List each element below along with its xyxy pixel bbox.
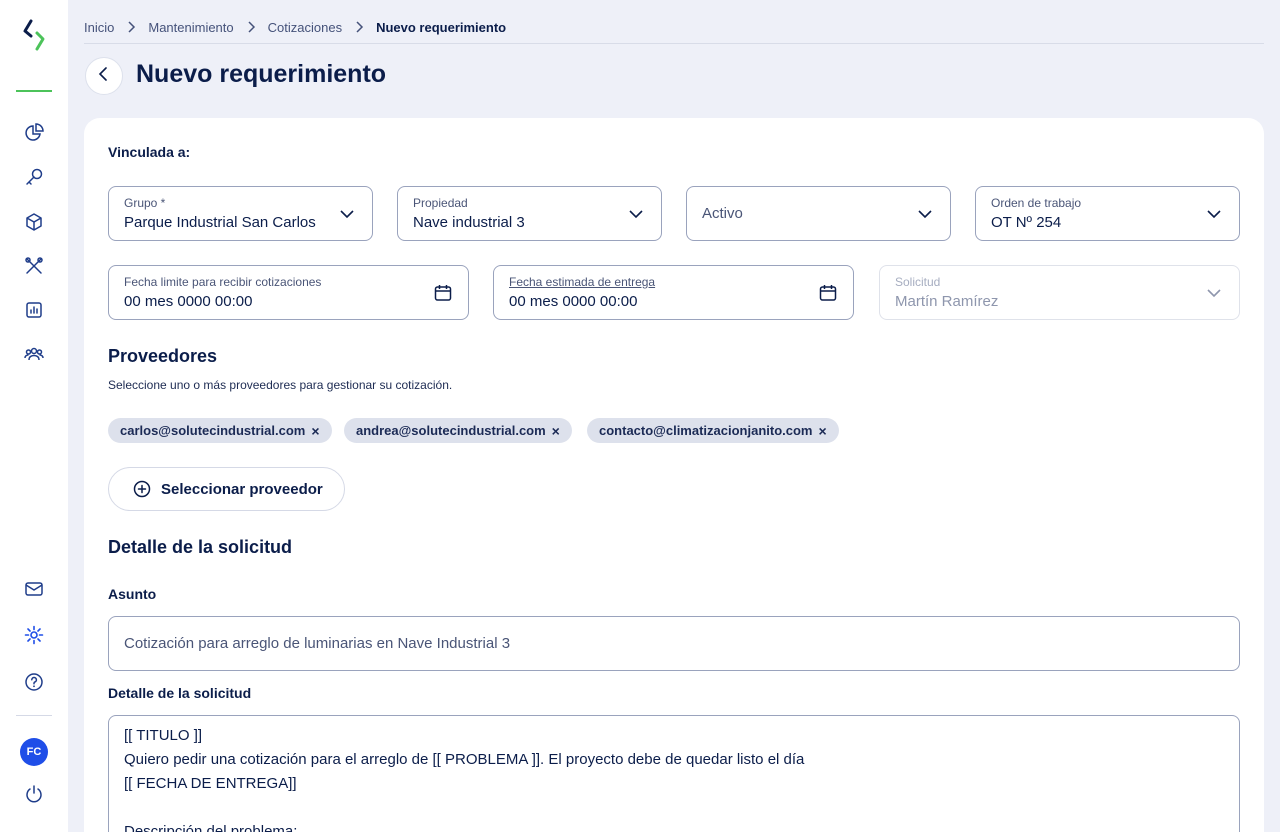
chevron-down-icon	[627, 205, 645, 223]
fecha-limite-value: 00 mes 0000 00:00	[124, 293, 253, 310]
propiedad-label: Propiedad	[413, 196, 468, 210]
fecha-entrega-field[interactable]: Fecha estimada de entrega 00 mes 0000 00…	[493, 265, 854, 320]
solicitud-select: Solicitud Martín Ramírez	[879, 265, 1240, 320]
provider-chip-label: contacto@climatizacionjanito.com	[599, 423, 813, 438]
select-provider-button[interactable]: Seleccionar proveedor	[108, 467, 345, 511]
asunto-input[interactable]: Cotización para arreglo de luminarias en…	[108, 616, 1240, 671]
avatar[interactable]: FC	[20, 738, 48, 766]
chevron-down-icon	[1205, 205, 1223, 223]
proveedores-title: Proveedores	[108, 346, 218, 366]
chevron-right-icon	[354, 21, 364, 33]
fecha-entrega-value: 00 mes 0000 00:00	[509, 293, 638, 310]
calendar-icon[interactable]	[819, 284, 837, 302]
detalle-title: Detalle de la solicitud	[108, 537, 293, 557]
breadcrumb-cotizaciones[interactable]: Cotizaciones	[268, 20, 342, 35]
breadcrumb-divider	[84, 43, 1264, 44]
sidebar-divider-bottom	[16, 715, 52, 716]
detalle-label: Detalle de la solicitud	[108, 685, 252, 701]
page-title: Nuevo requerimiento	[136, 60, 387, 88]
fecha-limite-label: Fecha limite para recibir cotizaciones	[124, 275, 322, 289]
tools-icon[interactable]	[24, 256, 44, 276]
grupo-label: Grupo *	[124, 196, 166, 210]
breadcrumb-inicio[interactable]: Inicio	[84, 20, 114, 35]
sidebar: FC	[0, 0, 68, 832]
provider-chip-label: andrea@solutecindustrial.com	[356, 423, 546, 438]
detalle-textarea[interactable]: [[ TITULO ]] Quiero pedir una cotización…	[108, 715, 1240, 832]
back-button[interactable]	[85, 57, 123, 95]
chevron-right-icon	[246, 21, 256, 33]
dashboard-icon[interactable]	[24, 123, 44, 143]
close-icon[interactable]: ×	[311, 423, 319, 439]
mail-icon[interactable]	[24, 579, 44, 599]
orden-value: OT Nº 254	[991, 214, 1062, 231]
app-logo[interactable]	[22, 18, 46, 52]
propiedad-select[interactable]: Propiedad Nave industrial 3	[397, 186, 662, 241]
activo-placeholder: Activo	[702, 205, 743, 222]
sidebar-divider	[16, 90, 52, 92]
help-icon[interactable]	[24, 672, 44, 692]
solicitud-label: Solicitud	[895, 275, 941, 289]
team-icon[interactable]	[24, 344, 44, 364]
close-icon[interactable]: ×	[552, 423, 560, 439]
provider-chip: contacto@climatizacionjanito.com ×	[587, 418, 839, 443]
chevron-down-icon	[338, 205, 356, 223]
chevron-right-icon	[126, 21, 136, 33]
select-provider-label: Seleccionar proveedor	[161, 480, 323, 498]
gear-icon[interactable]	[24, 625, 44, 645]
provider-chip: andrea@solutecindustrial.com ×	[344, 418, 572, 443]
grupo-select[interactable]: Grupo * Parque Industrial San Carlos	[108, 186, 373, 241]
orden-label: Orden de trabajo	[991, 196, 1082, 210]
provider-chip-label: carlos@solutecindustrial.com	[120, 423, 306, 438]
activo-select[interactable]: Activo	[686, 186, 951, 241]
breadcrumb-current: Nuevo requerimiento	[376, 19, 507, 35]
orden-select[interactable]: Orden de trabajo OT Nº 254	[975, 186, 1240, 241]
fecha-entrega-label: Fecha estimada de entrega	[509, 275, 656, 289]
key-icon[interactable]	[24, 167, 44, 187]
chevron-down-icon	[1205, 284, 1223, 302]
propiedad-value: Nave industrial 3	[413, 214, 525, 231]
close-icon[interactable]: ×	[819, 423, 827, 439]
box-icon[interactable]	[24, 212, 44, 232]
solicitud-value: Martín Ramírez	[895, 293, 999, 310]
fecha-limite-field[interactable]: Fecha limite para recibir cotizaciones 0…	[108, 265, 469, 320]
linked-label: Vinculada a:	[108, 144, 191, 160]
chevron-left-icon	[98, 66, 110, 86]
power-icon[interactable]	[24, 784, 44, 804]
breadcrumb-mantenimiento[interactable]: Mantenimiento	[148, 20, 233, 35]
chevron-down-icon	[916, 205, 934, 223]
breadcrumb: Inicio Mantenimiento Cotizaciones Nuevo …	[84, 18, 506, 36]
grupo-value: Parque Industrial San Carlos	[124, 214, 316, 231]
asunto-label: Asunto	[108, 586, 157, 602]
calendar-icon[interactable]	[434, 284, 452, 302]
proveedores-help: Seleccione uno o más proveedores para ge…	[108, 378, 453, 392]
plus-circle-icon	[133, 480, 151, 498]
report-icon[interactable]	[24, 300, 44, 320]
provider-chip: carlos@solutecindustrial.com ×	[108, 418, 332, 443]
